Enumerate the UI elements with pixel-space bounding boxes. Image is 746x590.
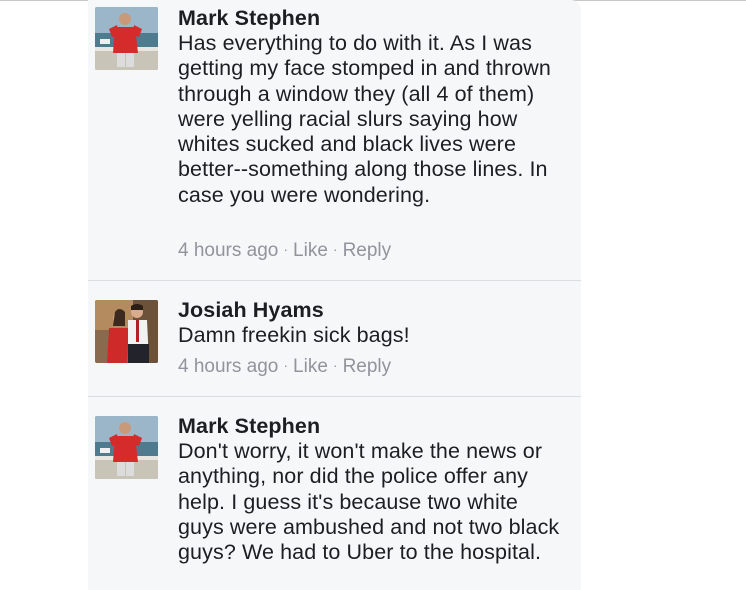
comment-author[interactable]: Mark Stephen (178, 414, 320, 439)
comment-text: Damn freekin sick bags! (178, 323, 410, 347)
reply-link[interactable]: Reply (343, 240, 392, 261)
comments-panel: Mark Stephen Has everything to do with i… (88, 0, 581, 590)
like-link[interactable]: Like (293, 240, 328, 261)
comment-divider (88, 396, 581, 397)
comment-meta: 4 hours ago · Like · Reply (178, 237, 391, 263)
reply-link[interactable]: Reply (343, 356, 392, 377)
separator-dot: · (283, 241, 289, 257)
avatar[interactable] (95, 416, 158, 479)
comment-author[interactable]: Josiah Hyams (178, 298, 324, 323)
comment-timestamp[interactable]: 4 hours ago (178, 240, 278, 261)
comment-text: Has everything to do with it. As I was g… (178, 31, 551, 207)
avatar[interactable] (95, 300, 158, 363)
separator-dot: · (283, 357, 289, 373)
separator-dot: · (332, 241, 338, 257)
comment-meta: 4 hours ago · Like · Reply (178, 353, 391, 379)
comment-author[interactable]: Mark Stephen (178, 6, 320, 31)
avatar[interactable] (95, 7, 158, 70)
comment-timestamp[interactable]: 4 hours ago (178, 356, 278, 377)
comment-text: Don't worry, it won't make the news or a… (178, 439, 560, 565)
comment-divider (88, 280, 581, 281)
separator-dot: · (332, 357, 338, 373)
like-link[interactable]: Like (293, 356, 328, 377)
